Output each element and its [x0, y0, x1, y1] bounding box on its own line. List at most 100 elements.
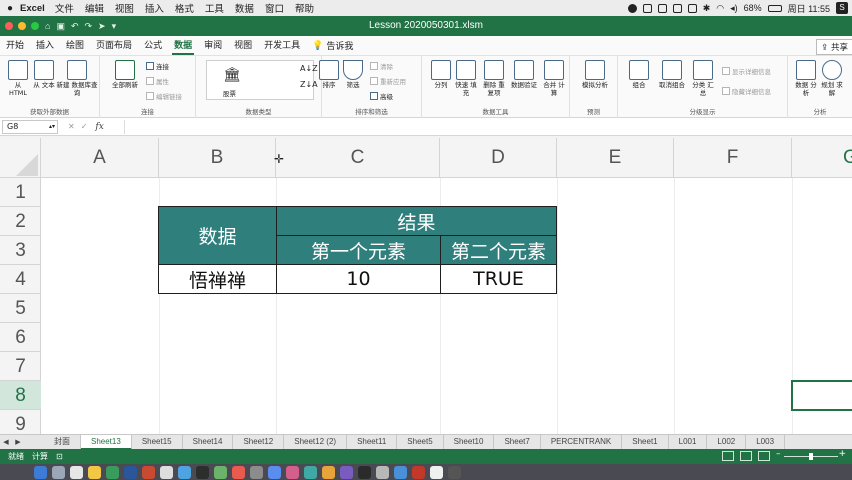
safari-icon[interactable]	[160, 465, 173, 479]
refresh-all-button[interactable]: 全部刷新	[108, 60, 142, 90]
name-box[interactable]: G8 ▴▾	[2, 119, 58, 134]
solver-button[interactable]: 规划 求解	[820, 60, 844, 97]
cell-c2-header-result[interactable]: 结果	[276, 206, 557, 236]
sheet-tab-sheet1[interactable]: Sheet1	[622, 434, 669, 450]
flash-fill-button[interactable]: 快速 填充	[454, 60, 478, 97]
save-icon[interactable]: ▣	[56, 21, 65, 32]
name-box-dropdown-icon[interactable]: ▴▾	[49, 121, 55, 133]
edit-links-button[interactable]: 编辑链接	[146, 91, 182, 101]
preview-icon[interactable]	[376, 465, 389, 479]
normal-view-icon[interactable]	[722, 451, 734, 461]
customize-qat-icon[interactable]: ▾	[112, 21, 117, 32]
menu-format[interactable]: 格式	[175, 1, 194, 15]
powerpoint-icon[interactable]	[142, 465, 155, 479]
from-html-button[interactable]: 从 HTML	[6, 60, 30, 97]
maps-icon[interactable]	[304, 465, 317, 479]
menu-view[interactable]: 视图	[115, 1, 134, 15]
mail-icon[interactable]	[178, 465, 191, 479]
screen-icon[interactable]	[642, 3, 652, 13]
minimize-window-icon[interactable]	[18, 22, 26, 30]
notes-icon[interactable]	[88, 465, 101, 479]
new-database-query-button[interactable]: 新建 数据库查询	[56, 60, 98, 97]
photos-icon[interactable]	[286, 465, 299, 479]
sort-button[interactable]: 排序	[318, 60, 340, 90]
hide-detail-button[interactable]: 隐藏详细信息	[722, 86, 771, 96]
home-icon[interactable]: ⌂	[45, 21, 50, 31]
display-icon[interactable]	[672, 3, 682, 13]
tell-me[interactable]: 告诉我	[326, 39, 353, 52]
sheet-tab-sheet11[interactable]: Sheet11	[347, 434, 398, 450]
sheet-tab-sheet13[interactable]: Sheet13	[81, 434, 132, 450]
row-header-8[interactable]: 8	[0, 381, 41, 410]
column-header-c[interactable]: C	[276, 138, 440, 178]
launchpad-icon[interactable]	[52, 465, 65, 479]
cell-d3-second-element[interactable]: 第二个元素	[440, 235, 557, 265]
selected-cell-g8[interactable]	[791, 380, 852, 411]
reapply-button[interactable]: 重新应用	[370, 76, 406, 86]
quicktime-icon[interactable]	[358, 465, 371, 479]
textedit-icon[interactable]	[430, 465, 443, 479]
advanced-button[interactable]: 高级	[370, 91, 393, 101]
group-button[interactable]: 组合	[626, 60, 652, 90]
music-icon[interactable]	[232, 465, 245, 479]
podcasts-icon[interactable]	[340, 465, 353, 479]
cloud-icon[interactable]	[657, 3, 667, 13]
excel-icon[interactable]	[106, 465, 119, 479]
sheet-tab-l003[interactable]: L003	[746, 434, 786, 450]
books-icon[interactable]	[322, 465, 335, 479]
text-to-columns-button[interactable]: 分列	[430, 60, 452, 90]
zoom-knob[interactable]	[809, 453, 813, 460]
from-text-button[interactable]: 从 文本	[33, 60, 55, 90]
row-header-1[interactable]: 1	[0, 178, 41, 207]
menu-edit[interactable]: 编辑	[85, 1, 104, 15]
sheet-tab-sheet15[interactable]: Sheet15	[132, 434, 183, 450]
calendar-icon[interactable]	[70, 465, 83, 479]
menu-window[interactable]: 窗口	[265, 1, 284, 15]
finder-icon[interactable]	[34, 465, 47, 479]
app-menu[interactable]: Excel	[20, 3, 45, 14]
tab-page-layout[interactable]: 页面布局	[90, 36, 138, 56]
menu-file[interactable]: 文件	[55, 1, 74, 15]
redo-icon[interactable]: ↷	[85, 21, 93, 32]
share-button[interactable]: ⇪ 共享	[816, 39, 852, 55]
tab-draw[interactable]: 绘图	[60, 36, 90, 56]
sheet-tab-percentrank[interactable]: PERCENTRANK	[541, 434, 623, 450]
cursor-icon[interactable]: ➤	[98, 21, 106, 32]
sheet-tab-cover[interactable]: 封面	[44, 434, 81, 450]
worksheet-grid[interactable]: A B C D E F G ✛ 1 2 3 4 5 6 7 8 9 数据 结果 …	[0, 138, 852, 434]
sort-asc-icon[interactable]: A↓Z	[300, 64, 318, 73]
sheet-tab-sheet5[interactable]: Sheet5	[397, 434, 444, 450]
remove-duplicates-button[interactable]: 删除 重复项	[480, 60, 508, 97]
cell-b2-header-data[interactable]: 数据	[158, 206, 277, 265]
row-header-7[interactable]: 7	[0, 352, 41, 381]
zoom-out-icon[interactable]: –	[776, 449, 781, 459]
row-header-3[interactable]: 3	[0, 236, 41, 265]
what-if-analysis-button[interactable]: 模拟分析	[576, 60, 614, 90]
tab-review[interactable]: 审阅	[198, 36, 228, 56]
zoom-window-icon[interactable]	[31, 22, 39, 30]
properties-button[interactable]: 属性	[146, 76, 169, 86]
word-icon[interactable]	[124, 465, 137, 479]
page-layout-view-icon[interactable]	[740, 451, 752, 461]
connections-button[interactable]: 连接	[146, 61, 169, 71]
close-window-icon[interactable]	[5, 22, 13, 30]
wechat-icon[interactable]	[394, 465, 407, 479]
data-validation-button[interactable]: 数据验证	[508, 60, 540, 90]
app-store-icon[interactable]	[268, 465, 281, 479]
formula-input[interactable]	[124, 120, 848, 134]
tab-data[interactable]: 数据	[168, 36, 198, 56]
zoom-in-icon[interactable]: +	[838, 449, 846, 459]
tab-formulas[interactable]: 公式	[138, 36, 168, 56]
row-header-6[interactable]: 6	[0, 323, 41, 352]
tab-insert[interactable]: 插入	[30, 36, 60, 56]
column-header-e[interactable]: E	[557, 138, 674, 178]
row-header-9[interactable]: 9	[0, 410, 41, 434]
prev-sheet-icon[interactable]: ◀	[0, 438, 12, 446]
filter-button[interactable]: 筛选	[342, 60, 364, 90]
sheet-tab-sheet10[interactable]: Sheet10	[444, 434, 495, 450]
row-header-4[interactable]: 4	[0, 265, 41, 294]
cell-d4-value[interactable]: TRUE	[440, 264, 557, 294]
consolidate-button[interactable]: 合并 计算	[542, 60, 566, 97]
column-header-a[interactable]: A	[41, 138, 159, 178]
data-analysis-button[interactable]: 数据 分析	[794, 60, 818, 97]
